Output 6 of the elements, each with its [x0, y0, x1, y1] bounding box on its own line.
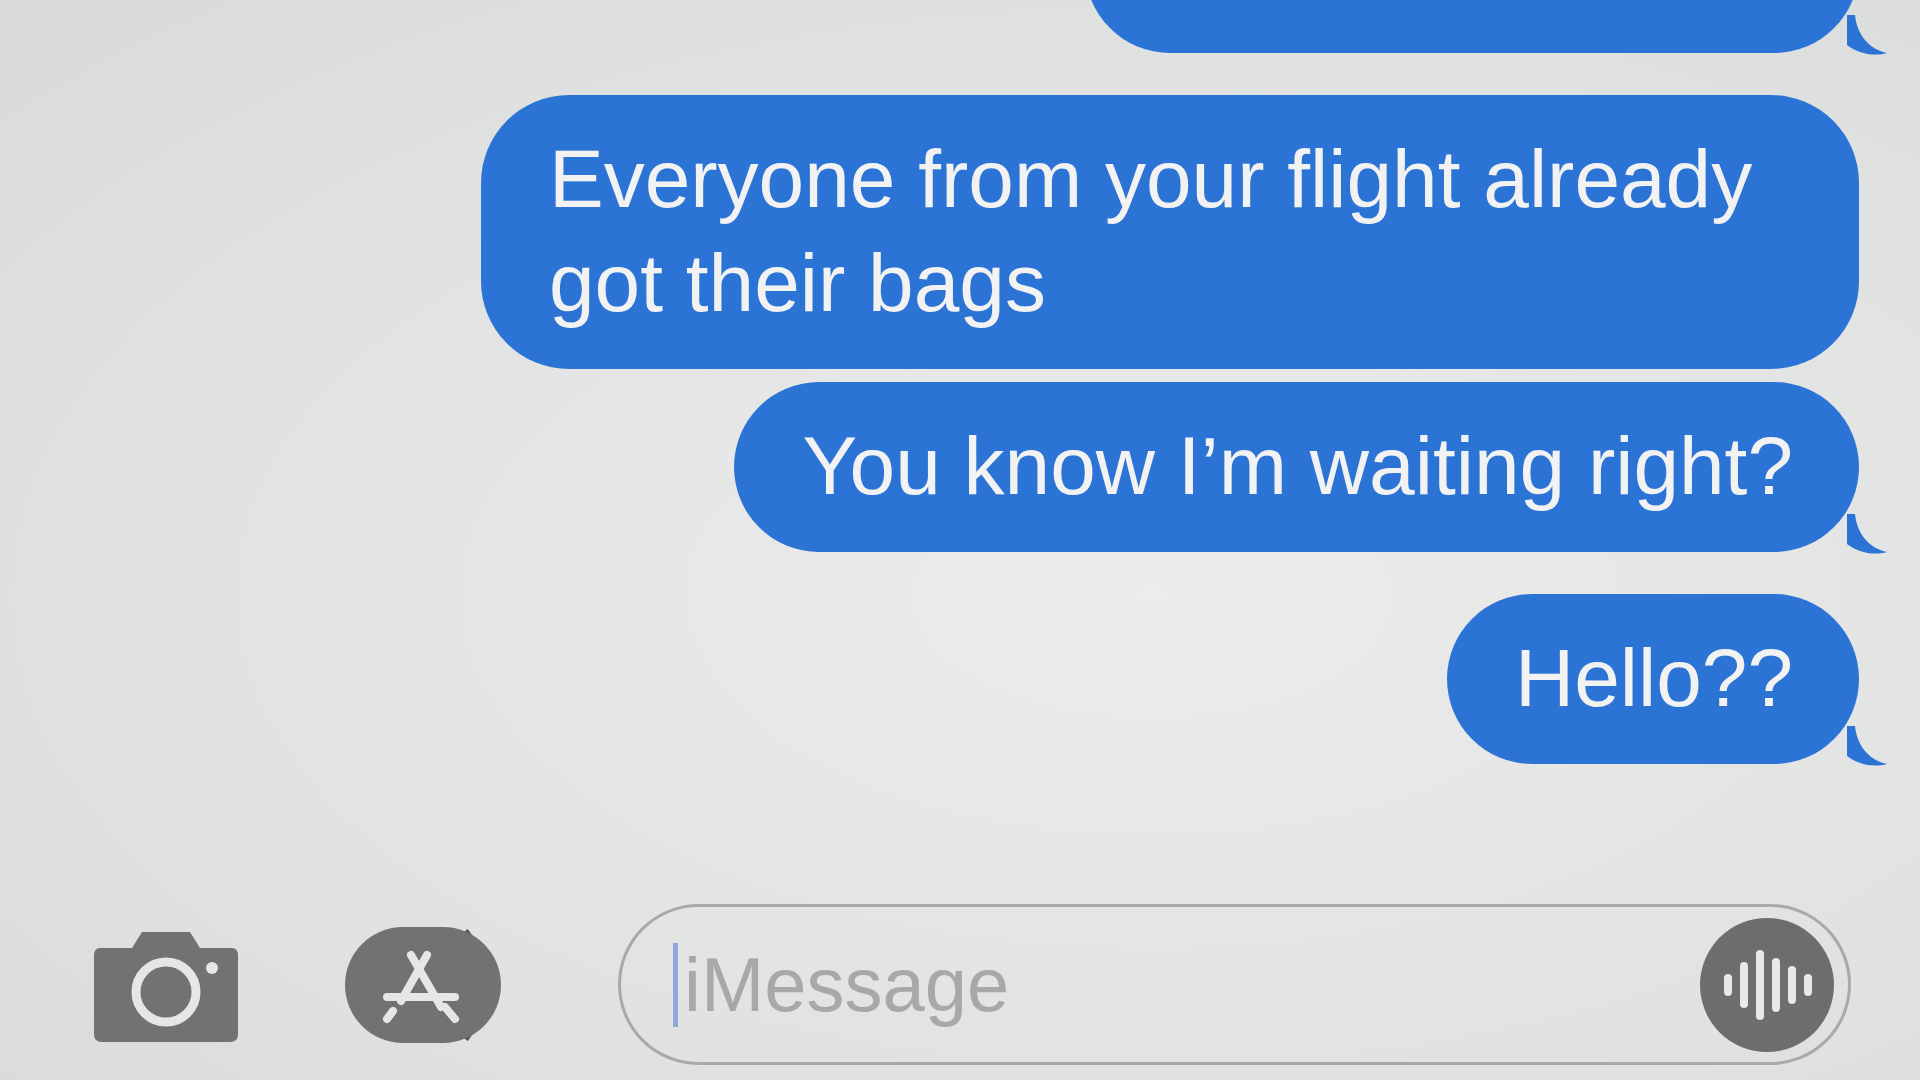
message-bubble: You know I’m waiting right?: [734, 382, 1859, 552]
audio-record-button[interactable]: [1700, 917, 1834, 1052]
message-field[interactable]: iMessage: [618, 904, 1851, 1065]
message-bubble: Hello??: [1446, 594, 1859, 764]
message-input[interactable]: iMessage: [682, 940, 1700, 1029]
message-bubble: Everyone from your flight already got their bags: [481, 95, 1859, 369]
